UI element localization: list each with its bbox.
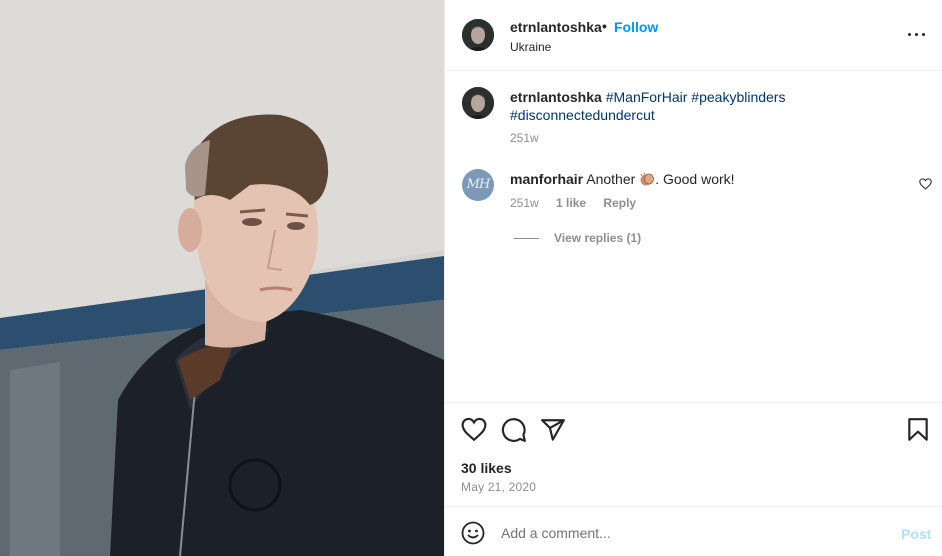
heart-icon[interactable] <box>461 417 487 443</box>
comment-timestamp[interactable]: 251w <box>510 196 539 210</box>
replies-divider-line <box>514 238 539 240</box>
more-options-icon[interactable] <box>907 26 927 42</box>
commenter-username[interactable]: manforhair <box>510 171 583 187</box>
bookmark-icon[interactable] <box>905 417 931 443</box>
view-replies-button[interactable]: View replies (1) <box>514 231 641 245</box>
post-photo <box>0 0 444 556</box>
caption-author-avatar[interactable] <box>462 87 494 119</box>
clapping-hands-icon <box>640 172 655 186</box>
follow-button[interactable]: Follow <box>614 19 658 35</box>
post-location[interactable]: Ukraine <box>510 40 551 54</box>
emoji-icon[interactable] <box>461 521 485 545</box>
share-icon[interactable] <box>540 417 566 443</box>
view-replies-label: View replies (1) <box>554 231 642 245</box>
post-actions: 30 likes May 21, 2020 <box>445 402 942 506</box>
hashtag-disconnectedundercut[interactable]: #disconnectedundercut <box>510 107 655 123</box>
caption-text: etrnlantoshka #ManForHair #peakyblinders… <box>510 88 810 124</box>
comment-text: manforhair Another . Good work! <box>510 171 735 187</box>
person-portrait-photo <box>0 0 444 556</box>
separator-dot: • <box>602 18 607 34</box>
comment-input[interactable] <box>501 519 881 547</box>
commenter-avatar[interactable]: MH <box>462 169 494 201</box>
post-comment-button[interactable]: Post <box>901 526 931 542</box>
reply-button[interactable]: Reply <box>603 196 636 210</box>
comment-body-end: . Good work! <box>655 171 735 187</box>
comment-icon[interactable] <box>501 417 527 443</box>
comment-body-start: Another <box>586 171 636 187</box>
caption-timestamp[interactable]: 251w <box>510 131 539 145</box>
hashtag-peakyblinders[interactable]: #peakyblinders <box>691 89 785 105</box>
avatar-portrait-icon <box>462 19 494 51</box>
post-header: etrnlantoshka • Follow Ukraine <box>445 0 942 71</box>
avatar-portrait-icon <box>462 87 494 119</box>
caption-username[interactable]: etrnlantoshka <box>510 89 602 105</box>
author-avatar[interactable] <box>462 19 494 51</box>
likes-count[interactable]: 30 likes <box>461 460 512 476</box>
comment-likes[interactable]: 1 like <box>556 196 586 210</box>
hashtag-manforhair[interactable]: #ManForHair <box>606 89 688 105</box>
comment-like-heart-icon[interactable] <box>919 178 932 190</box>
author-username[interactable]: etrnlantoshka <box>510 19 602 35</box>
post-date[interactable]: May 21, 2020 <box>461 480 536 494</box>
add-comment-bar: Post <box>445 506 942 556</box>
comment-meta: 251w 1 like Reply <box>510 196 650 210</box>
post-side-panel: etrnlantoshka • Follow Ukraine etrnlanto… <box>444 0 942 556</box>
